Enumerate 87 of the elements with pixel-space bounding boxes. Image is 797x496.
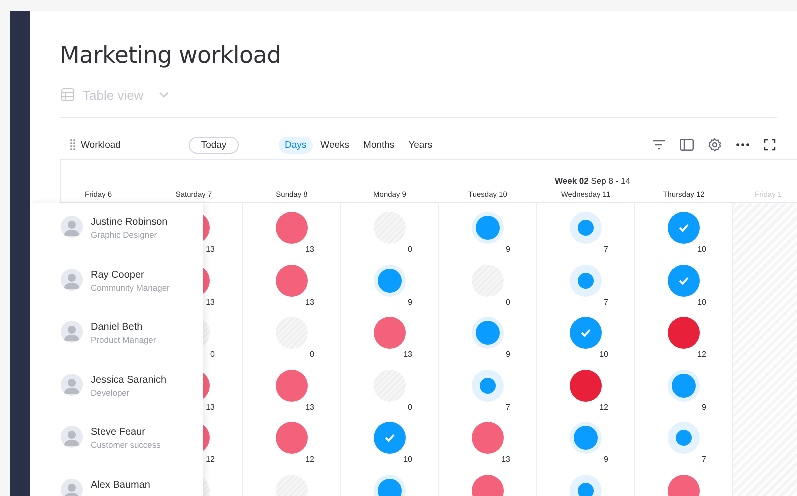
task-count: 13	[206, 245, 215, 254]
check-icon	[678, 223, 690, 233]
task-count: 0	[408, 402, 412, 412]
scale-tab[interactable]: Years	[402, 136, 439, 154]
task-count: 10	[698, 298, 706, 306]
task-count: 9	[506, 245, 510, 254]
drag-handle-icon[interactable]	[70, 139, 76, 151]
person-name: Daniel Beth	[91, 321, 144, 334]
task-count: 9	[408, 298, 412, 306]
today-button[interactable]: Today	[189, 136, 239, 154]
load-circle[interactable]	[570, 212, 602, 244]
task-count: 13	[502, 455, 510, 464]
task-count: 9	[702, 402, 706, 412]
person-role: Graphic Designer	[91, 229, 158, 241]
load-circle[interactable]	[472, 370, 504, 402]
avatar	[61, 478, 83, 496]
person-name: Steve Feaur	[91, 426, 146, 439]
more-icon[interactable]	[736, 143, 750, 147]
check-icon	[580, 328, 592, 338]
load-circle[interactable]	[374, 264, 406, 296]
person-role: Product Manager	[91, 334, 156, 346]
task-count: 12	[306, 455, 314, 464]
task-count: 10	[698, 245, 706, 254]
overload-circle[interactable]	[276, 422, 308, 454]
check-icon	[384, 433, 396, 443]
person-name: Jessica Saranich	[91, 374, 167, 386]
task-count: 7	[604, 298, 608, 306]
panel-layout-icon[interactable]	[680, 139, 694, 151]
full-load-circle[interactable]	[570, 317, 602, 349]
avatar	[61, 321, 83, 343]
task-count: 10	[600, 350, 608, 359]
task-count: 13	[404, 350, 412, 359]
task-count: 7	[506, 402, 510, 412]
task-count: 12	[600, 402, 608, 412]
week-label: Week 02 Sep 8 - 14	[555, 176, 630, 186]
task-count: 0	[210, 350, 215, 359]
task-count: 7	[604, 245, 608, 254]
scale-tab[interactable]: Weeks	[314, 136, 356, 154]
chevron-down-icon	[158, 91, 170, 99]
task-count: 13	[306, 298, 314, 306]
avatar	[61, 426, 83, 448]
avatar	[61, 216, 83, 238]
overload-circle[interactable]	[668, 317, 700, 349]
task-count: 13	[306, 402, 314, 412]
full-load-circle[interactable]	[374, 422, 406, 454]
person-role: Developer	[91, 386, 131, 398]
task-count: 13	[206, 298, 215, 306]
load-circle[interactable]	[668, 422, 700, 454]
table-icon	[61, 88, 75, 102]
overload-circle[interactable]	[570, 370, 602, 402]
task-count: 9	[604, 455, 608, 464]
overload-circle[interactable]	[276, 370, 308, 402]
overload-circle[interactable]	[276, 264, 308, 296]
settings-icon[interactable]	[708, 138, 722, 152]
overload-circle[interactable]	[276, 212, 308, 244]
task-count: 0	[506, 298, 510, 306]
task-count: 7	[702, 455, 706, 464]
task-count: 9	[506, 350, 510, 359]
person-role: Customer success	[91, 439, 161, 451]
task-count: 13	[306, 245, 314, 254]
avatar	[61, 268, 83, 290]
task-count: 0	[408, 245, 412, 254]
full-load-circle[interactable]	[668, 264, 700, 296]
fullscreen-icon[interactable]	[764, 139, 776, 151]
overload-circle[interactable]	[472, 422, 504, 454]
load-circle[interactable]	[472, 317, 504, 349]
page-title: Marketing workload	[60, 42, 282, 71]
full-load-circle[interactable]	[668, 212, 700, 244]
load-circle[interactable]	[668, 370, 700, 402]
widget-title: Workload	[81, 140, 122, 150]
load-circle[interactable]	[472, 212, 504, 244]
task-count: 13	[206, 402, 215, 412]
task-count: 10	[404, 455, 412, 464]
person-role: Community Manager	[91, 282, 170, 294]
check-icon	[678, 276, 690, 286]
person-name: Justine Robinson	[91, 216, 168, 229]
load-circle[interactable]	[570, 264, 602, 296]
person-name: Ray Cooper	[91, 268, 146, 282]
overload-circle[interactable]	[374, 317, 406, 349]
task-count: 12	[206, 455, 215, 464]
filter-icon[interactable]	[652, 139, 666, 151]
avatar	[61, 374, 83, 396]
scale-tab[interactable]: Months	[358, 136, 401, 154]
person-name: Alex Bauman	[91, 478, 150, 492]
task-count: 12	[698, 350, 706, 359]
task-count: 0	[310, 350, 314, 359]
load-circle[interactable]	[570, 422, 602, 454]
